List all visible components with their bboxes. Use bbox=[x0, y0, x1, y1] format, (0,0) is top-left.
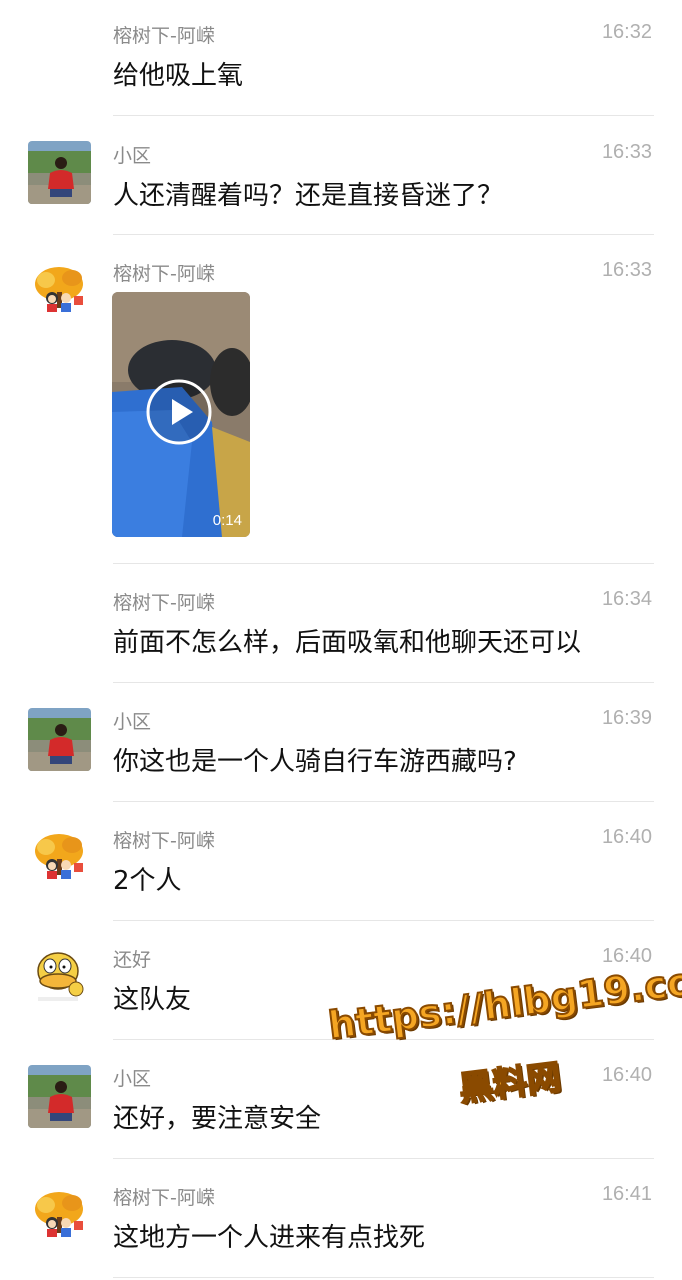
chat-message[interactable]: 小区 16:33 人还清醒着吗？还是直接昏迷了？ bbox=[0, 116, 682, 235]
message-time: 16:41 bbox=[601, 1183, 652, 1205]
watermark-label: 黑料网 bbox=[456, 1057, 564, 1111]
video-message[interactable]: 0:14 bbox=[112, 292, 250, 537]
divider bbox=[113, 1277, 654, 1278]
message-text: 你这也是一个人骑自行车游西藏吗? bbox=[113, 747, 517, 777]
message-time: 16:33 bbox=[601, 141, 652, 163]
sender-name[interactable]: 小区 bbox=[113, 141, 151, 168]
avatar[interactable] bbox=[28, 829, 91, 892]
avatar[interactable] bbox=[28, 1065, 91, 1128]
sender-name[interactable]: 榕树下-阿嵘 bbox=[113, 259, 215, 286]
avatar[interactable] bbox=[28, 262, 91, 325]
avatar[interactable] bbox=[28, 1187, 91, 1250]
message-text: 人还清醒着吗？还是直接昏迷了？ bbox=[113, 181, 504, 211]
message-text: 这队友 bbox=[113, 985, 192, 1015]
message-text: 给他吸上氧 bbox=[113, 61, 244, 91]
message-time: 16:39 bbox=[601, 707, 652, 729]
sender-name[interactable]: 榕树下-阿嵘 bbox=[113, 826, 215, 853]
message-text: 还好，要注意安全 bbox=[113, 1104, 322, 1134]
avatar[interactable] bbox=[28, 141, 91, 204]
chat-message[interactable]: 榕树下-阿嵘 16:41 这地方一个人进来有点找死 bbox=[0, 1159, 682, 1280]
sender-name[interactable]: 小区 bbox=[113, 1064, 151, 1091]
message-time: 16:32 bbox=[601, 21, 652, 43]
sender-name[interactable]: 小区 bbox=[113, 707, 151, 734]
sender-name[interactable]: 还好 bbox=[113, 945, 151, 972]
message-time: 16:34 bbox=[601, 588, 652, 610]
sender-name[interactable]: 榕树下-阿嵘 bbox=[113, 588, 215, 615]
chat-message[interactable]: 榕树下-阿嵘 16:40 2个人 bbox=[0, 802, 682, 921]
avatar[interactable] bbox=[28, 945, 91, 1008]
message-text: 前面不怎么样，后面吸氧和他聊天还可以 bbox=[113, 628, 582, 658]
watermark: https://hlbg19.com 黑料网 bbox=[325, 953, 682, 1124]
video-duration: 0:14 bbox=[212, 512, 242, 529]
message-time: 16:33 bbox=[601, 259, 652, 281]
chat-message[interactable]: 小区 16:39 你这也是一个人骑自行车游西藏吗? bbox=[0, 683, 682, 802]
message-text: 2个人 bbox=[113, 866, 182, 896]
avatar[interactable] bbox=[28, 708, 91, 771]
sender-name[interactable]: 榕树下-阿嵘 bbox=[113, 21, 215, 48]
play-icon[interactable] bbox=[146, 379, 212, 445]
message-time: 16:40 bbox=[601, 826, 652, 848]
sender-name[interactable]: 榕树下-阿嵘 bbox=[113, 1183, 215, 1210]
chat-message[interactable]: 榕树下-阿嵘 16:34 前面不怎么样，后面吸氧和他聊天还可以 bbox=[0, 564, 682, 683]
message-text: 这地方一个人进来有点找死 bbox=[113, 1223, 426, 1253]
chat-message[interactable]: 榕树下-阿嵘 16:32 给他吸上氧 bbox=[0, 0, 682, 116]
chat-message[interactable]: 榕树下-阿嵘 16:33 0:14 bbox=[0, 235, 682, 564]
